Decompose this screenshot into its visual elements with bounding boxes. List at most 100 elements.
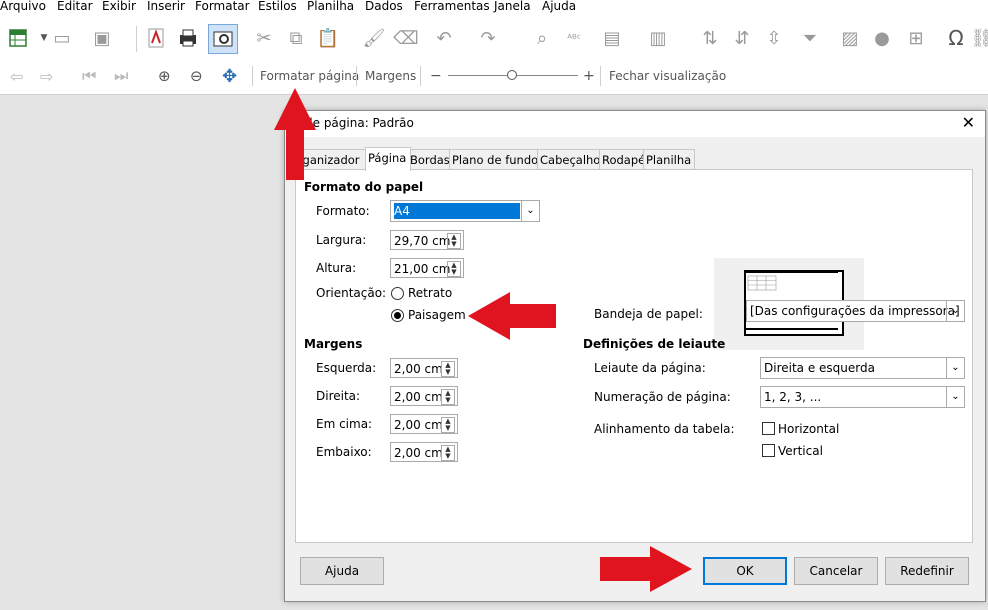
format-page-button[interactable]: Formatar página [260,66,359,86]
right-margin-field[interactable]: 2,00 cm ▲ ▼ [390,386,458,406]
new-spreadsheet-icon[interactable] [6,26,30,50]
cancel-button[interactable]: Cancelar [794,557,878,585]
pivot-table-icon[interactable]: ⊞ [904,26,928,50]
page-numbering-select[interactable]: 1, 2, 3, ... ⌄ [760,386,965,408]
page-layout-select[interactable]: Direita e esquerda ⌄ [760,357,965,379]
vertical-label[interactable]: Vertical [778,444,823,458]
standard-toolbar: ▼ ▭ ▣ ✂ ⧉ 📋 🖌 ⌫ ↶ ↷ ⌕ ᴬᴮᶜ ▤ ▥ ⇅ ⇵ ⇳ ⏷ ▨ … [0,16,988,60]
margins-button[interactable]: Margens [365,66,416,86]
chevron-down-icon[interactable]: ⌄ [521,201,539,221]
zoom-in-icon[interactable]: ⊕ [158,66,171,86]
toolbar-separator [252,66,253,86]
close-icon[interactable]: ✕ [962,113,975,132]
menu-exibir[interactable]: Exibir [102,0,136,13]
left-margin-value: 2,00 cm [394,362,443,376]
special-character-icon[interactable]: Ω [944,26,968,50]
chevron-down-icon[interactable]: ⌄ [946,387,964,407]
zoom-slider-handle[interactable] [507,70,517,80]
undo-icon[interactable]: ↶ [432,26,456,50]
image-icon[interactable]: ▨ [838,26,862,50]
tab-sheet[interactable]: Planilha [643,149,695,170]
left-margin-label: Esquerda: [316,361,377,375]
width-field[interactable]: 29,70 cm ▲ ▼ [390,230,464,250]
cut-icon[interactable]: ✂ [252,26,276,50]
close-preview-button[interactable]: Fechar visualização [609,66,726,86]
format-select[interactable]: A4 ⌄ [390,200,540,222]
help-button[interactable]: Ajuda [300,557,384,585]
toolbar-separator [420,66,421,86]
column-icon[interactable]: ▥ [646,26,670,50]
spin-arrows-icon[interactable]: ▲ ▼ [447,233,461,249]
menu-planilha[interactable]: Planilha [307,0,354,13]
chart-icon[interactable]: ● [870,26,894,50]
vertical-checkbox[interactable] [762,444,775,457]
portrait-label[interactable]: Retrato [408,286,452,300]
left-margin-field[interactable]: 2,00 cm ▲ ▼ [390,358,458,378]
open-icon[interactable]: ▭ [50,26,74,50]
autofilter-icon[interactable]: ⏷ [798,26,822,50]
last-page-icon[interactable]: ⏭ [114,66,128,86]
save-icon[interactable]: ▣ [90,26,114,50]
sort-ascending-icon[interactable]: ⇅ [698,26,722,50]
print-preview-icon[interactable] [208,24,238,54]
tab-borders[interactable]: Bordas [407,149,453,170]
sort-descending-icon[interactable]: ⇵ [730,26,754,50]
first-page-icon[interactable]: ⏮ [82,66,96,86]
find-replace-icon[interactable]: ⌕ [530,26,554,50]
paste-icon[interactable]: 📋 [316,26,340,50]
menu-formatar[interactable]: Formatar [195,0,250,13]
menu-estilos[interactable]: Estilos [258,0,297,13]
redo-icon[interactable]: ↷ [476,26,500,50]
spin-arrows-icon[interactable]: ▲ ▼ [441,389,455,405]
menu-janela[interactable]: Janela [494,0,531,13]
spelling-icon[interactable]: ᴬᴮᶜ [562,26,586,50]
next-page-icon[interactable]: ⇨ [40,66,53,86]
orientation-label: Orientação: [316,286,387,300]
tab-footer[interactable]: Rodapé [599,149,647,170]
spin-arrows-icon[interactable]: ▲ ▼ [441,417,455,433]
bottom-margin-label: Embaixo: [316,445,372,459]
tab-header[interactable]: Cabeçalho [537,149,603,170]
menu-arquivo[interactable]: Arquivo [0,0,46,13]
full-screen-icon[interactable]: ✥ [222,66,237,87]
reset-button[interactable]: Redefinir [885,557,969,585]
zoom-out-icon[interactable]: ⊖ [190,66,203,86]
landscape-radio[interactable] [391,309,404,322]
paper-tray-select[interactable]: [Das configurações da impressora] ⌄ [746,300,965,322]
clone-formatting-icon[interactable]: 🖌 [362,26,386,50]
copy-icon[interactable]: ⧉ [284,26,308,50]
spin-arrows-icon[interactable]: ▲ ▼ [447,261,461,277]
print-icon[interactable] [176,26,200,50]
zoom-out-button[interactable]: − [430,66,442,86]
spin-arrows-icon[interactable]: ▲ ▼ [441,445,455,461]
menu-ferramentas[interactable]: Ferramentas [414,0,490,13]
tab-page[interactable]: Página [365,147,411,171]
export-pdf-icon[interactable] [144,26,168,50]
top-margin-value: 2,00 cm [394,418,443,432]
chevron-down-icon[interactable]: ⌄ [946,358,964,378]
row-icon[interactable]: ▤ [600,26,624,50]
clear-formatting-icon[interactable]: ⌫ [393,26,418,50]
menu-dados[interactable]: Dados [365,0,403,13]
zoom-in-button[interactable]: + [583,66,595,86]
top-margin-field[interactable]: 2,00 cm ▲ ▼ [390,414,458,434]
right-margin-label: Direita: [316,389,361,403]
horizontal-checkbox[interactable] [762,422,775,435]
chevron-down-icon[interactable]: ⌄ [946,301,964,321]
annotation-arrow-left-icon [468,292,556,340]
hyperlink-icon[interactable]: ⛓ [970,26,988,50]
spin-arrows-icon[interactable]: ▲ ▼ [441,361,455,377]
page-layout-label: Leiaute da página: [594,361,706,375]
ok-button[interactable]: OK [703,557,787,585]
menu-editar[interactable]: Editar [57,0,93,13]
portrait-radio[interactable] [391,287,404,300]
bottom-margin-field[interactable]: 2,00 cm ▲ ▼ [390,442,458,462]
height-field[interactable]: 21,00 cm ▲ ▼ [390,258,464,278]
menu-ajuda[interactable]: Ajuda [542,0,576,13]
tab-background[interactable]: Plano de fundo [449,149,541,170]
landscape-label[interactable]: Paisagem [408,308,466,322]
sort-icon[interactable]: ⇳ [762,26,786,50]
menu-inserir[interactable]: Inserir [147,0,185,13]
horizontal-label[interactable]: Horizontal [778,422,839,436]
previous-page-icon[interactable]: ⇦ [10,66,23,86]
